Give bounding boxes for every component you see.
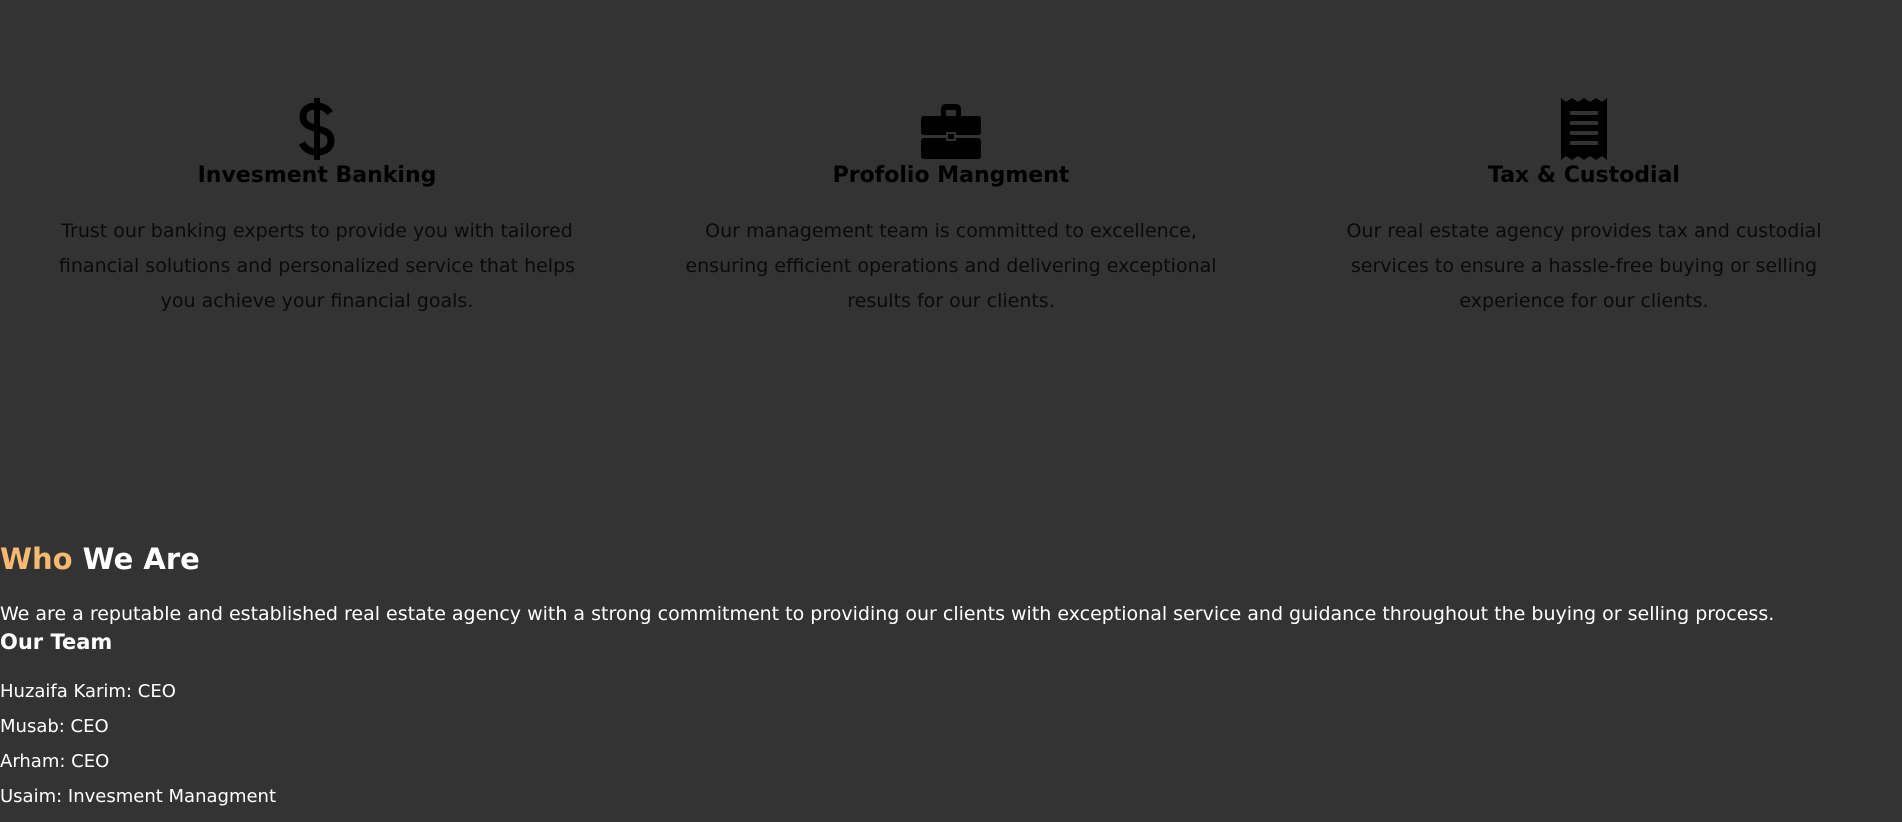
service-title: Profolio Mangment (832, 163, 1070, 188)
service-description: Our real estate agency provides tax and … (1346, 220, 1822, 312)
who-we-are-heading: Who We Are (0, 538, 1902, 580)
team-member: Musab: CEO (0, 716, 109, 737)
team-list: Huzaifa Karim: CEO Musab: CEO Arham: CEO… (0, 674, 1902, 814)
team-member: Arham: CEO (0, 751, 110, 772)
service-card-portfolio-management: Profolio Mangment Our management team is… (671, 98, 1231, 319)
heading-accent-word: Who (0, 542, 73, 576)
team-member: Huzaifa Karim: CEO (0, 681, 176, 702)
dollar-icon (37, 98, 597, 160)
service-title: Invesment Banking (197, 163, 437, 188)
who-we-are-section: Who We Are We are a reputable and establ… (0, 538, 1902, 814)
service-card-tax-custodial: Tax & Custodial Our real estate agency p… (1304, 98, 1864, 319)
service-title: Tax & Custodial (1488, 163, 1680, 188)
who-we-are-intro: We are a reputable and established real … (0, 603, 1775, 625)
service-description: Trust our banking experts to provide you… (58, 220, 576, 312)
team-member: Usaim: Invesment Managment (0, 786, 277, 807)
services-section: Invesment Banking Trust our banking expe… (0, 0, 1902, 520)
team-heading: Our Team (0, 630, 113, 654)
service-card-investment-banking: Invesment Banking Trust our banking expe… (37, 98, 597, 319)
service-description: Our management team is committed to exce… (685, 220, 1217, 312)
briefcase-icon (671, 98, 1231, 160)
heading-rest: We Are (72, 542, 200, 576)
receipt-icon (1304, 98, 1864, 160)
